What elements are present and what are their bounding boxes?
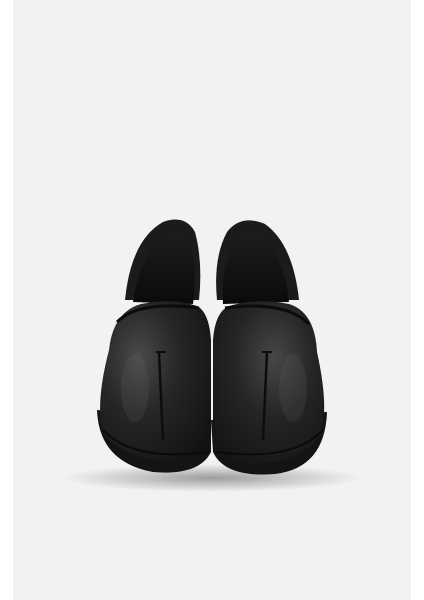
floor-shadow xyxy=(62,464,362,492)
left-shoe xyxy=(97,219,211,473)
right-shoe-highlight xyxy=(279,354,307,422)
shoes-illustration xyxy=(62,219,362,492)
right-shoe-upper xyxy=(213,301,325,464)
left-shoe-highlight xyxy=(121,354,149,422)
right-shoe xyxy=(211,220,327,475)
product-photo-page xyxy=(0,0,424,600)
left-shoe-upper xyxy=(100,301,211,462)
product-photo-panel xyxy=(13,0,411,600)
